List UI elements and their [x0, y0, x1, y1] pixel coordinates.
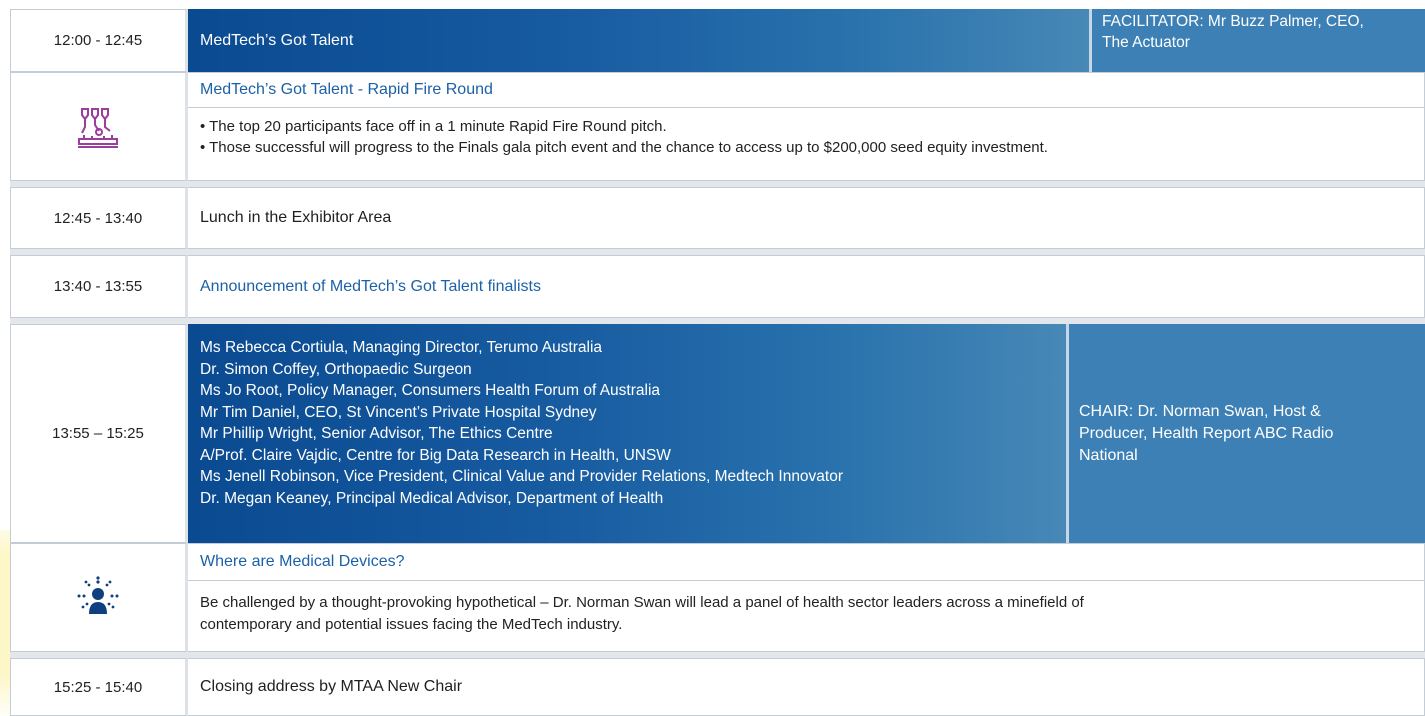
- session-row-lunch: 12:45 - 13:40 Lunch in the Exhibitor Are…: [10, 187, 1425, 249]
- subsession-rapid-fire: MedTech’s Got Talent - Rapid Fire Round …: [10, 72, 1425, 181]
- speaker-item: Dr. Megan Keaney, Principal Medical Advi…: [200, 489, 664, 507]
- session-row-closing: 15:25 - 15:40 Closing address by MTAA Ne…: [10, 658, 1425, 716]
- session-title: Closing address by MTAA New Chair: [188, 658, 1425, 716]
- session-title: Lunch in the Exhibitor Area: [188, 187, 1425, 249]
- session-row-announcement: 13:40 - 13:55 Announcement of MedTech’s …: [10, 255, 1425, 318]
- time-cell: 13:55 – 15:25: [10, 324, 188, 543]
- session-title: Announcement of MedTech’s Got Talent fin…: [188, 255, 1425, 318]
- speaker-item: Dr. Simon Coffey, Orthopaedic Surgeon: [200, 360, 472, 378]
- bullet-item: • Those successful will progress to the …: [200, 139, 1048, 156]
- subsession-description: • The top 20 participants face off in a …: [188, 108, 1425, 181]
- time-cell: 12:00 - 12:45: [10, 9, 188, 72]
- session-row-talent: 12:00 - 12:45 MedTech’s Got Talent FACIL…: [10, 9, 1425, 72]
- subsession-medical-devices: Where are Medical Devices? Be challenged…: [10, 543, 1425, 652]
- icon-cell: [10, 72, 188, 181]
- speaker-item: A/Prof. Claire Vajdic, Centre for Big Da…: [200, 446, 671, 464]
- robotic-arms-icon: [78, 107, 118, 148]
- time-cell: 12:45 - 13:40: [10, 187, 188, 249]
- facilitator-cell: FACILITATOR: Mr Buzz Palmer, CEO, The Ac…: [1089, 9, 1425, 72]
- chair-line: Producer, Health Report ABC Radio: [1079, 424, 1334, 442]
- speaker-item: Mr Tim Daniel, CEO, St Vincent’s Private…: [200, 403, 597, 421]
- facilitator-line: FACILITATOR: Mr Buzz Palmer, CEO,: [1102, 13, 1364, 30]
- chair-cell: CHAIR: Dr. Norman Swan, Host & Producer,…: [1066, 324, 1425, 543]
- description-line: Be challenged by a thought-provoking hyp…: [200, 594, 1084, 611]
- speaker-item: Ms Rebecca Cortiula, Managing Director, …: [200, 339, 603, 356]
- facilitator-line: The Actuator: [1102, 34, 1190, 51]
- session-title: MedTech’s Got Talent: [188, 9, 1089, 72]
- speaker-item: Mr Phillip Wright, Senior Advisor, The E…: [200, 425, 553, 442]
- speaker-item: Ms Jenell Robinson, Vice President, Clin…: [200, 468, 844, 485]
- chair-line: CHAIR: Dr. Norman Swan, Host &: [1079, 402, 1321, 420]
- icon-cell: [10, 543, 188, 652]
- time-cell: 13:40 - 13:55: [10, 255, 188, 318]
- description-line: contemporary and potential issues facing…: [200, 616, 623, 633]
- panel-speakers: Ms Rebecca Cortiula, Managing Director, …: [188, 324, 1066, 543]
- session-row-panel: 13:55 – 15:25 Ms Rebecca Cortiula, Manag…: [10, 324, 1425, 543]
- subsession-title: MedTech’s Got Talent - Rapid Fire Round: [188, 72, 1425, 108]
- subsession-title: Where are Medical Devices?: [188, 543, 1425, 581]
- chair-line: National: [1079, 446, 1138, 464]
- speaker-item: Ms Jo Root, Policy Manager, Consumers He…: [200, 382, 661, 399]
- bullet-item: • The top 20 participants face off in a …: [200, 118, 667, 135]
- person-radiating-icon: [77, 575, 119, 614]
- time-cell: 15:25 - 15:40: [10, 658, 188, 716]
- subsession-description: Be challenged by a thought-provoking hyp…: [188, 581, 1425, 652]
